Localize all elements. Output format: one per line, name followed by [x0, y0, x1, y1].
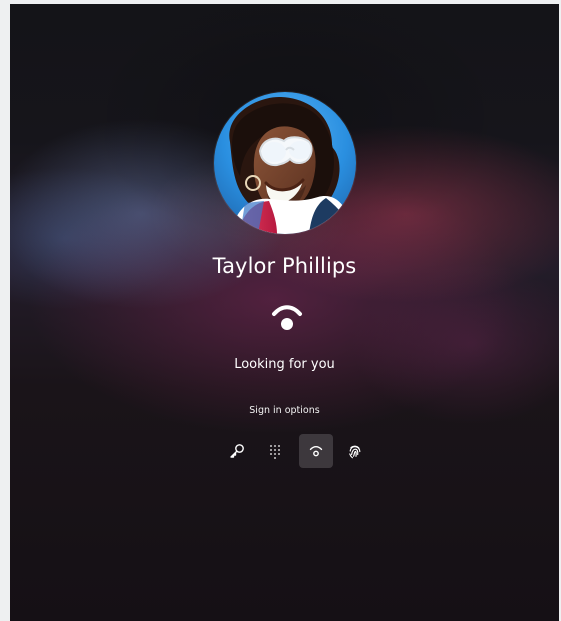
sign-in-options	[220, 434, 370, 468]
fingerprint-icon	[349, 445, 361, 459]
key-icon	[230, 444, 244, 458]
windows-lock-screen: Taylor Phillips Looking for you Sign in …	[10, 4, 559, 621]
pin-icon	[270, 445, 280, 459]
face-icon	[309, 446, 323, 457]
user-avatar	[214, 92, 356, 234]
page-frame: Taylor Phillips Looking for you Sign in …	[0, 0, 561, 621]
password-option-button[interactable]	[220, 434, 254, 468]
face-recognition-icon	[272, 305, 302, 330]
face-recognition-status: Looking for you	[234, 357, 335, 372]
user-avatar-photo	[214, 92, 356, 234]
fingerprint-option-button[interactable]	[338, 434, 372, 468]
sign-in-options-label[interactable]: Sign in options	[10, 405, 559, 417]
pin-option-button[interactable]	[258, 434, 292, 468]
user-name: Taylor Phillips	[212, 254, 357, 278]
face-option-button[interactable]	[299, 434, 333, 468]
